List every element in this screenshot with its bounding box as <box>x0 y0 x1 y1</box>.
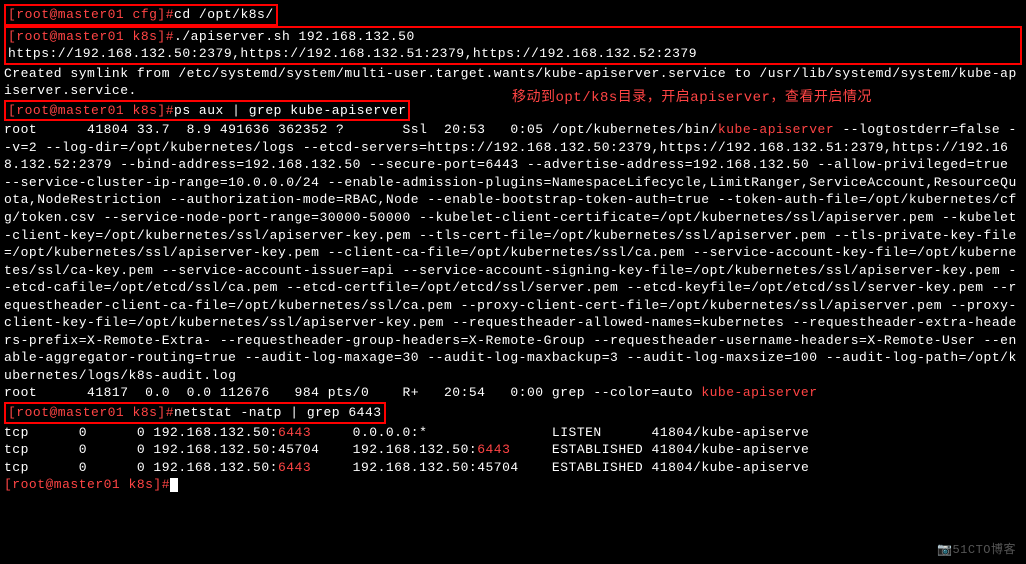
cursor-icon <box>170 478 178 492</box>
netstat-row: tcp 0 0 192.168.132.50:45704 192.168.132… <box>4 441 1022 459</box>
watermark: 📷51CTO博客 <box>937 542 1016 558</box>
prompt-final[interactable]: [root@master01 k8s]# <box>4 476 1022 494</box>
cmd-line-netstat[interactable]: [root@master01 k8s]#netstat -natp | grep… <box>4 402 1022 424</box>
ps-highlight: kube-apiserver <box>718 122 834 137</box>
prompt: [root@master01 k8s]# <box>4 477 170 492</box>
cmd-line-cd[interactable]: [root@master01 cfg]#cd /opt/k8s/ <box>4 4 1022 26</box>
grep-highlight: kube-apiserver <box>701 385 817 400</box>
cmd-netstat: netstat -natp | grep 6443 <box>174 405 382 420</box>
netstat-output: tcp 0 0 192.168.132.50:6443 0.0.0.0:* LI… <box>4 424 1022 477</box>
ps-output: root 41804 33.7 8.9 491636 362352 ? Ssl … <box>4 121 1022 384</box>
cmd-line-apiserver[interactable]: [root@master01 k8s]#./apiserver.sh 192.1… <box>4 26 1022 65</box>
netstat-row: tcp 0 0 192.168.132.50:6443 0.0.0.0:* LI… <box>4 424 1022 442</box>
grep-prefix: root 41817 0.0 0.0 112676 984 pts/0 R+ 2… <box>4 385 701 400</box>
cmd-ps: ps aux | grep kube-apiserver <box>174 103 406 118</box>
ps-body: --logtostderr=false --v=2 --log-dir=/opt… <box>4 122 1017 383</box>
prompt: [root@master01 cfg]# <box>8 7 174 22</box>
prompt: [root@master01 k8s]# <box>8 405 174 420</box>
cmd-cd: cd /opt/k8s/ <box>174 7 274 22</box>
annotation-text: 移动到opt/k8s目录，开启apiserver，查看开启情况 <box>512 89 872 108</box>
prompt: [root@master01 k8s]# <box>8 103 174 118</box>
prompt: [root@master01 k8s]# <box>8 29 174 44</box>
ps-prefix: root 41804 33.7 8.9 491636 362352 ? Ssl … <box>4 122 718 137</box>
grep-output: root 41817 0.0 0.0 112676 984 pts/0 R+ 2… <box>4 384 1022 402</box>
netstat-row: tcp 0 0 192.168.132.50:6443 192.168.132.… <box>4 459 1022 477</box>
